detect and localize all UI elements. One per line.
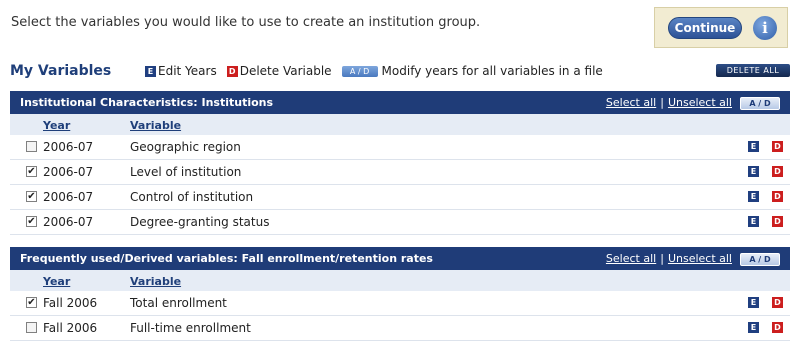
section-fall-enrollment: Frequently used/Derived variables: Fall … bbox=[10, 247, 790, 341]
unselect-all-link[interactable]: Unselect all bbox=[668, 96, 732, 109]
year-column-header[interactable]: Year bbox=[43, 275, 70, 288]
row-checkbox[interactable] bbox=[26, 141, 37, 152]
row-checkbox[interactable]: ✔ bbox=[26, 191, 37, 202]
row-year: 2006-07 bbox=[43, 215, 94, 229]
row-variable: Level of institution bbox=[130, 165, 242, 179]
row-checkbox[interactable]: ✔ bbox=[26, 216, 37, 227]
row-variable: Total enrollment bbox=[130, 296, 227, 310]
table-row: ✔ 2006-07 Level of institution E D bbox=[10, 160, 790, 185]
delete-variable-icon[interactable]: D bbox=[772, 141, 783, 152]
column-header: Year Variable bbox=[10, 114, 790, 135]
page-title: My Variables bbox=[10, 63, 112, 79]
edit-years-icon[interactable]: E bbox=[748, 166, 759, 177]
table-row: 2006-07 Geographic region E D bbox=[10, 135, 790, 160]
row-checkbox[interactable]: ✔ bbox=[26, 166, 37, 177]
row-year: 2006-07 bbox=[43, 190, 94, 204]
continue-panel: Continue i bbox=[654, 7, 788, 48]
select-all-link[interactable]: Select all bbox=[606, 96, 656, 109]
separator: | bbox=[660, 96, 664, 109]
legend: E Edit Years D Delete Variable A / D Mod… bbox=[145, 64, 603, 78]
table-row: ✔ Fall 2006 Total enrollment E D bbox=[10, 291, 790, 316]
table-row: ✔ 2006-07 Control of institution E D bbox=[10, 185, 790, 210]
separator: | bbox=[660, 252, 664, 265]
section-title: Institutional Characteristics: Instituti… bbox=[20, 96, 274, 109]
delete-variable-icon[interactable]: D bbox=[772, 297, 783, 308]
variable-column-header[interactable]: Variable bbox=[130, 119, 181, 132]
delete-variable-icon[interactable]: D bbox=[772, 216, 783, 227]
section-institutional: Institutional Characteristics: Instituti… bbox=[10, 91, 790, 235]
add-delete-years-button[interactable]: A / D bbox=[740, 253, 780, 266]
row-variable: Degree-granting status bbox=[130, 215, 270, 229]
add-delete-years-button[interactable]: A / D bbox=[740, 97, 780, 110]
select-all-link[interactable]: Select all bbox=[606, 252, 656, 265]
intro-text: Select the variables you would like to u… bbox=[11, 15, 481, 30]
row-year: 2006-07 bbox=[43, 165, 94, 179]
section-title: Frequently used/Derived variables: Fall … bbox=[20, 252, 433, 265]
year-column-header[interactable]: Year bbox=[43, 119, 70, 132]
edit-years-icon[interactable]: E bbox=[748, 141, 759, 152]
edit-years-icon[interactable]: E bbox=[748, 216, 759, 227]
modify-key-icon: A / D bbox=[341, 65, 378, 77]
column-header: Year Variable bbox=[10, 270, 790, 291]
variable-column-header[interactable]: Variable bbox=[130, 275, 181, 288]
row-checkbox[interactable] bbox=[26, 322, 37, 333]
delete-all-button[interactable]: DELETE ALL bbox=[716, 64, 790, 77]
table-row: Fall 2006 Full-time enrollment E D bbox=[10, 316, 790, 341]
row-year: Fall 2006 bbox=[43, 296, 98, 310]
modify-legend-label: Modify years for all variables in a file bbox=[381, 64, 603, 78]
edit-years-icon[interactable]: E bbox=[748, 191, 759, 202]
table-row: ✔ 2006-07 Degree-granting status E D bbox=[10, 210, 790, 235]
section-header: Frequently used/Derived variables: Fall … bbox=[10, 247, 790, 270]
row-year: 2006-07 bbox=[43, 140, 94, 154]
edit-years-icon[interactable]: E bbox=[748, 297, 759, 308]
row-variable: Full-time enrollment bbox=[130, 321, 251, 335]
delete-variable-icon[interactable]: D bbox=[772, 191, 783, 202]
delete-key-icon: D bbox=[226, 65, 238, 77]
edit-key-icon: E bbox=[145, 65, 156, 77]
row-year: Fall 2006 bbox=[43, 321, 98, 335]
continue-button[interactable]: Continue bbox=[668, 17, 742, 39]
row-checkbox[interactable]: ✔ bbox=[26, 297, 37, 308]
delete-variable-icon[interactable]: D bbox=[772, 166, 783, 177]
unselect-all-link[interactable]: Unselect all bbox=[668, 252, 732, 265]
edit-years-icon[interactable]: E bbox=[748, 322, 759, 333]
info-icon[interactable]: i bbox=[753, 16, 777, 40]
row-variable: Control of institution bbox=[130, 190, 254, 204]
delete-variable-icon[interactable]: D bbox=[772, 322, 783, 333]
delete-legend-label: Delete Variable bbox=[239, 64, 332, 78]
edit-legend-label: Edit Years bbox=[158, 64, 217, 78]
row-variable: Geographic region bbox=[130, 140, 241, 154]
section-header: Institutional Characteristics: Instituti… bbox=[10, 91, 790, 114]
